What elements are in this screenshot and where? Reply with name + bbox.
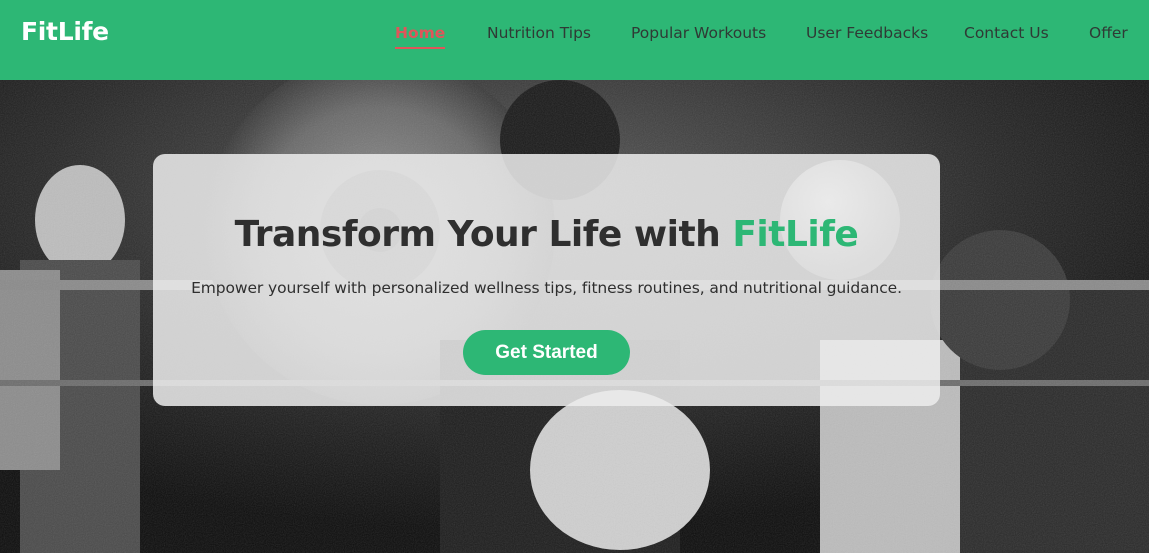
nav-link-offer[interactable]: Offer — [1089, 23, 1128, 43]
nav-link-popular-workouts[interactable]: Popular Workouts — [631, 23, 766, 43]
hero-headline: Transform Your Life with FitLife — [153, 214, 940, 255]
nav-link-nutrition-tips[interactable]: Nutrition Tips — [487, 23, 591, 43]
hero-headline-prefix: Transform Your Life with — [234, 214, 733, 255]
hero-subtext: Empower yourself with personalized welln… — [191, 279, 902, 297]
navbar: FitLife Home Nutrition Tips Popular Work… — [0, 0, 1149, 80]
nav-links: Home Nutrition Tips Popular Workouts Use… — [0, 23, 1149, 53]
nav-link-home[interactable]: Home — [395, 23, 446, 49]
hero-headline-accent: FitLife — [732, 214, 859, 255]
hero-card: Transform Your Life with FitLife Empower… — [153, 154, 940, 406]
nav-link-contact-us[interactable]: Contact Us — [964, 23, 1049, 43]
nav-link-user-feedbacks[interactable]: User Feedbacks — [806, 23, 928, 43]
hero-section: Transform Your Life with FitLife Empower… — [0, 80, 1149, 553]
get-started-button[interactable]: Get Started — [463, 330, 630, 375]
